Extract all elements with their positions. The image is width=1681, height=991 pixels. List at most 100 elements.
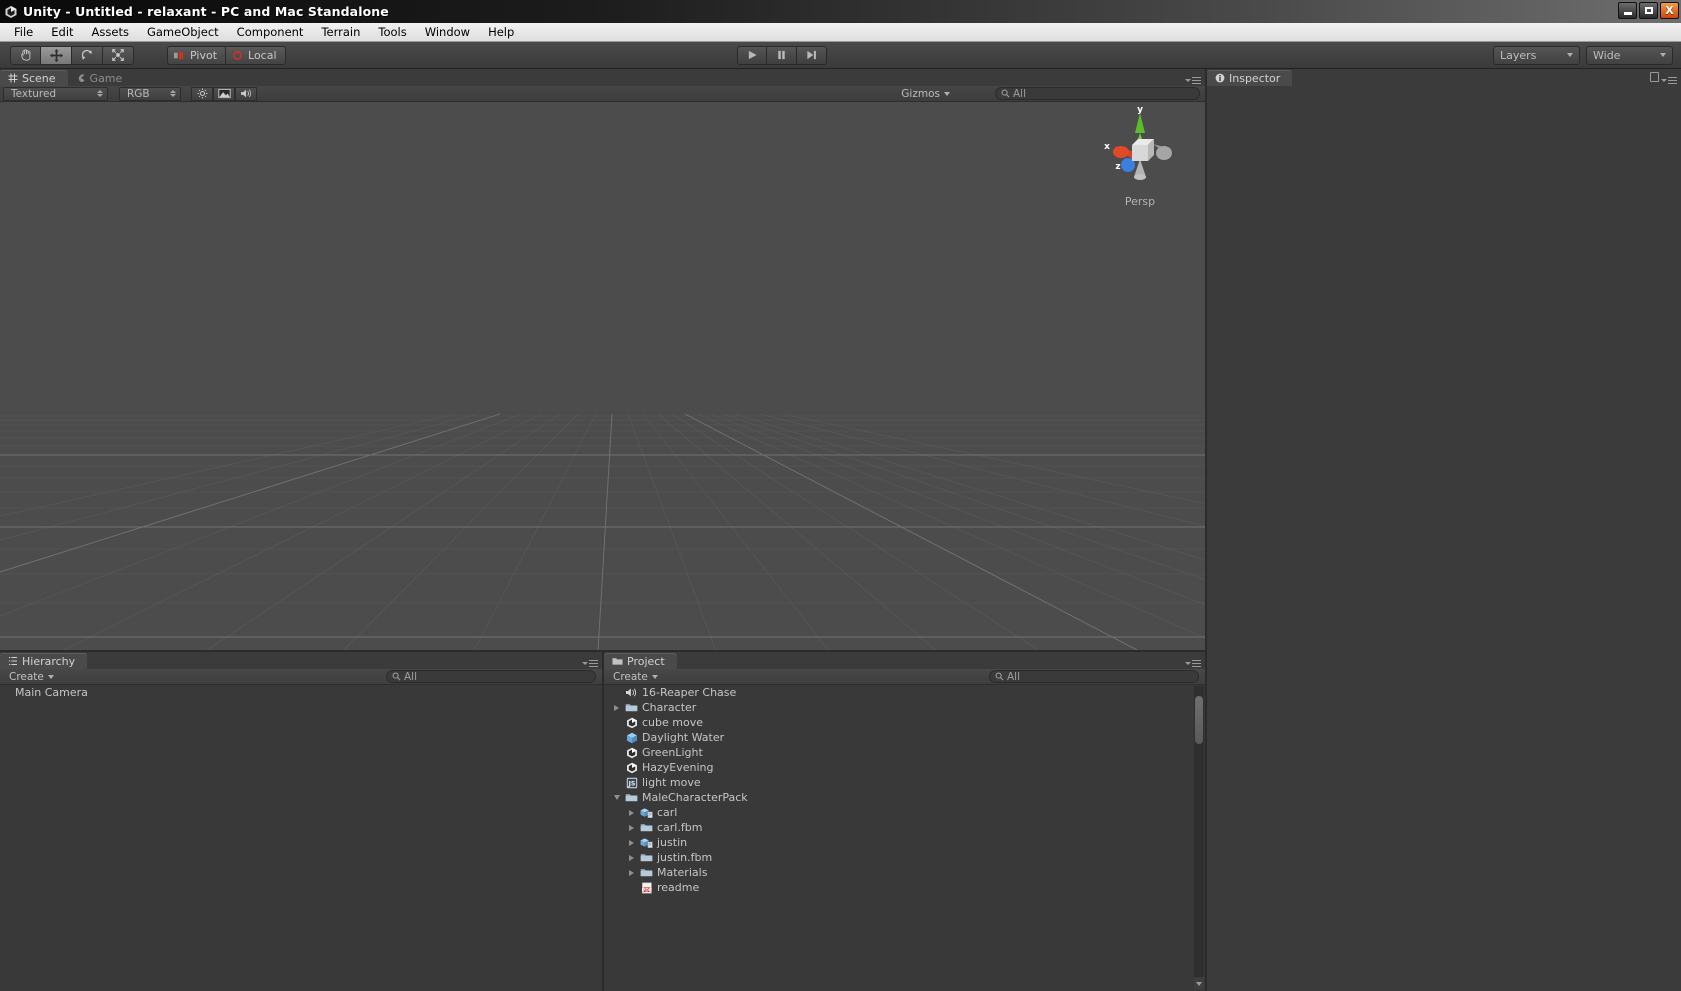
- scene-toolbar: Textured RGB Gizmos All: [0, 86, 1205, 102]
- expand-arrow-icon[interactable]: [627, 854, 636, 861]
- folder-icon: [640, 869, 653, 877]
- project-scrollbar-thumb[interactable]: [1195, 696, 1203, 744]
- project-item-label: carl: [657, 806, 678, 819]
- scene-viewport[interactable]: y x z Persp: [0, 102, 1205, 651]
- panel-divider-vertical[interactable]: [1205, 69, 1207, 991]
- expand-arrow-icon[interactable]: [627, 839, 636, 846]
- menu-gameobject[interactable]: GameObject: [138, 24, 228, 40]
- menu-tools[interactable]: Tools: [369, 24, 415, 40]
- menu-window[interactable]: Window: [416, 24, 479, 40]
- menu-file[interactable]: File: [5, 24, 42, 40]
- list-item[interactable]: Main Camera: [0, 685, 602, 700]
- scale-tool-button[interactable]: [103, 45, 134, 65]
- list-item[interactable]: justin: [604, 835, 1205, 850]
- minimize-icon: [1623, 12, 1632, 15]
- project-item-label: justin: [657, 836, 688, 849]
- fx-toggle-button[interactable]: [213, 86, 235, 101]
- layers-dropdown[interactable]: Layers: [1493, 45, 1580, 65]
- svg-text:PDF: PDF: [641, 887, 651, 893]
- list-item[interactable]: justin.fbm: [604, 850, 1205, 865]
- project-item-label: Daylight Water: [642, 731, 725, 744]
- draw-mode-dropdown[interactable]: Textured: [3, 86, 108, 101]
- project-scrollbar[interactable]: [1194, 686, 1204, 977]
- play-button[interactable]: [737, 45, 767, 65]
- move-tool-button[interactable]: [41, 45, 72, 65]
- list-item[interactable]: Character: [604, 700, 1205, 715]
- audio-toggle-button[interactable]: [235, 86, 257, 101]
- list-item[interactable]: JS light move: [604, 775, 1205, 790]
- close-icon: X: [1665, 4, 1674, 17]
- project-search-input[interactable]: All: [989, 670, 1199, 683]
- expand-arrow-icon[interactable]: [627, 809, 636, 816]
- expand-arrow-icon[interactable]: [627, 869, 636, 876]
- list-item[interactable]: HazyEvening: [604, 760, 1205, 775]
- tab-project[interactable]: Project: [604, 653, 677, 669]
- hierarchy-icon: [9, 656, 17, 666]
- tab-hierarchy[interactable]: Hierarchy: [0, 653, 88, 669]
- list-item[interactable]: cube move: [604, 715, 1205, 730]
- menu-assets[interactable]: Assets: [83, 24, 138, 40]
- menu-component[interactable]: Component: [228, 24, 313, 40]
- collapse-arrow-icon[interactable]: [612, 795, 621, 800]
- step-button[interactable]: [797, 45, 827, 65]
- close-button[interactable]: X: [1660, 2, 1679, 19]
- list-item[interactable]: PDF readme: [604, 880, 1205, 895]
- expand-arrow-icon[interactable]: [627, 824, 636, 831]
- list-item[interactable]: Materials: [604, 865, 1205, 880]
- stepper-icon: [97, 90, 103, 97]
- minimize-button[interactable]: [1618, 2, 1637, 19]
- unity-script-icon: [626, 747, 637, 758]
- scene-panel-menu[interactable]: [1185, 76, 1201, 84]
- hierarchy-create-dropdown[interactable]: Create: [2, 670, 61, 684]
- tab-game[interactable]: Game: [68, 70, 135, 86]
- hierarchy-search-input[interactable]: All: [386, 670, 596, 683]
- model-icon: [640, 836, 653, 849]
- lighting-toggle-button[interactable]: [191, 86, 213, 101]
- info-icon: [1215, 73, 1225, 83]
- expand-arrow-icon[interactable]: [612, 704, 621, 711]
- lock-icon[interactable]: [1650, 72, 1659, 82]
- hand-tool-button[interactable]: [10, 45, 41, 65]
- list-item[interactable]: carl.fbm: [604, 820, 1205, 835]
- folder-icon: [640, 824, 653, 832]
- hierarchy-create-label: Create: [9, 670, 44, 683]
- scene-search-input[interactable]: All: [995, 87, 1200, 100]
- window-title: Unity - Untitled - relaxant - PC and Mac…: [23, 4, 389, 19]
- project-create-dropdown[interactable]: Create: [606, 670, 665, 684]
- layout-label: Wide: [1593, 48, 1621, 62]
- menu-edit[interactable]: Edit: [42, 24, 82, 40]
- list-item[interactable]: carl: [604, 805, 1205, 820]
- project-asset-list[interactable]: 16-Reaper Chase Character cube move Dayligh…: [604, 685, 1205, 991]
- scene-view-gizmo[interactable]: y x z Persp: [1085, 107, 1195, 212]
- project-panel-menu[interactable]: [1185, 659, 1201, 667]
- hierarchy-search-placeholder: All: [404, 670, 418, 683]
- panel-divider-bottom[interactable]: [602, 652, 604, 991]
- list-item[interactable]: GreenLight: [604, 745, 1205, 760]
- scene-search-placeholder: All: [1013, 87, 1027, 100]
- color-mode-dropdown[interactable]: RGB: [119, 86, 181, 101]
- menu-terrain[interactable]: Terrain: [312, 24, 369, 40]
- hierarchy-list[interactable]: Main Camera: [0, 685, 602, 991]
- rotate-tool-button[interactable]: [72, 45, 103, 65]
- chevron-down-icon: [1196, 981, 1202, 986]
- pause-icon: [778, 50, 785, 60]
- layout-dropdown[interactable]: Wide: [1586, 45, 1673, 65]
- menu-icon: [589, 659, 598, 667]
- menu-help[interactable]: Help: [479, 24, 523, 40]
- maximize-button[interactable]: [1639, 2, 1658, 19]
- pause-button[interactable]: [767, 45, 797, 65]
- hierarchy-panel-menu[interactable]: [582, 659, 598, 667]
- tab-scene[interactable]: Scene: [0, 70, 68, 86]
- menu-icon: [1192, 76, 1201, 84]
- inspector-panel-menu[interactable]: [1661, 76, 1677, 84]
- stepper-icon: [170, 90, 176, 97]
- list-item[interactable]: 16-Reaper Chase: [604, 685, 1205, 700]
- project-scroll-down-button[interactable]: [1194, 978, 1204, 989]
- gizmos-dropdown[interactable]: Gizmos: [901, 88, 950, 100]
- pivot-button[interactable]: Pivot: [167, 45, 227, 65]
- list-item[interactable]: MaleCharacterPack: [604, 790, 1205, 805]
- menu-icon: [1668, 76, 1677, 84]
- list-item[interactable]: Daylight Water: [604, 730, 1205, 745]
- tab-inspector[interactable]: Inspector: [1207, 70, 1293, 86]
- local-button[interactable]: Local: [226, 45, 286, 65]
